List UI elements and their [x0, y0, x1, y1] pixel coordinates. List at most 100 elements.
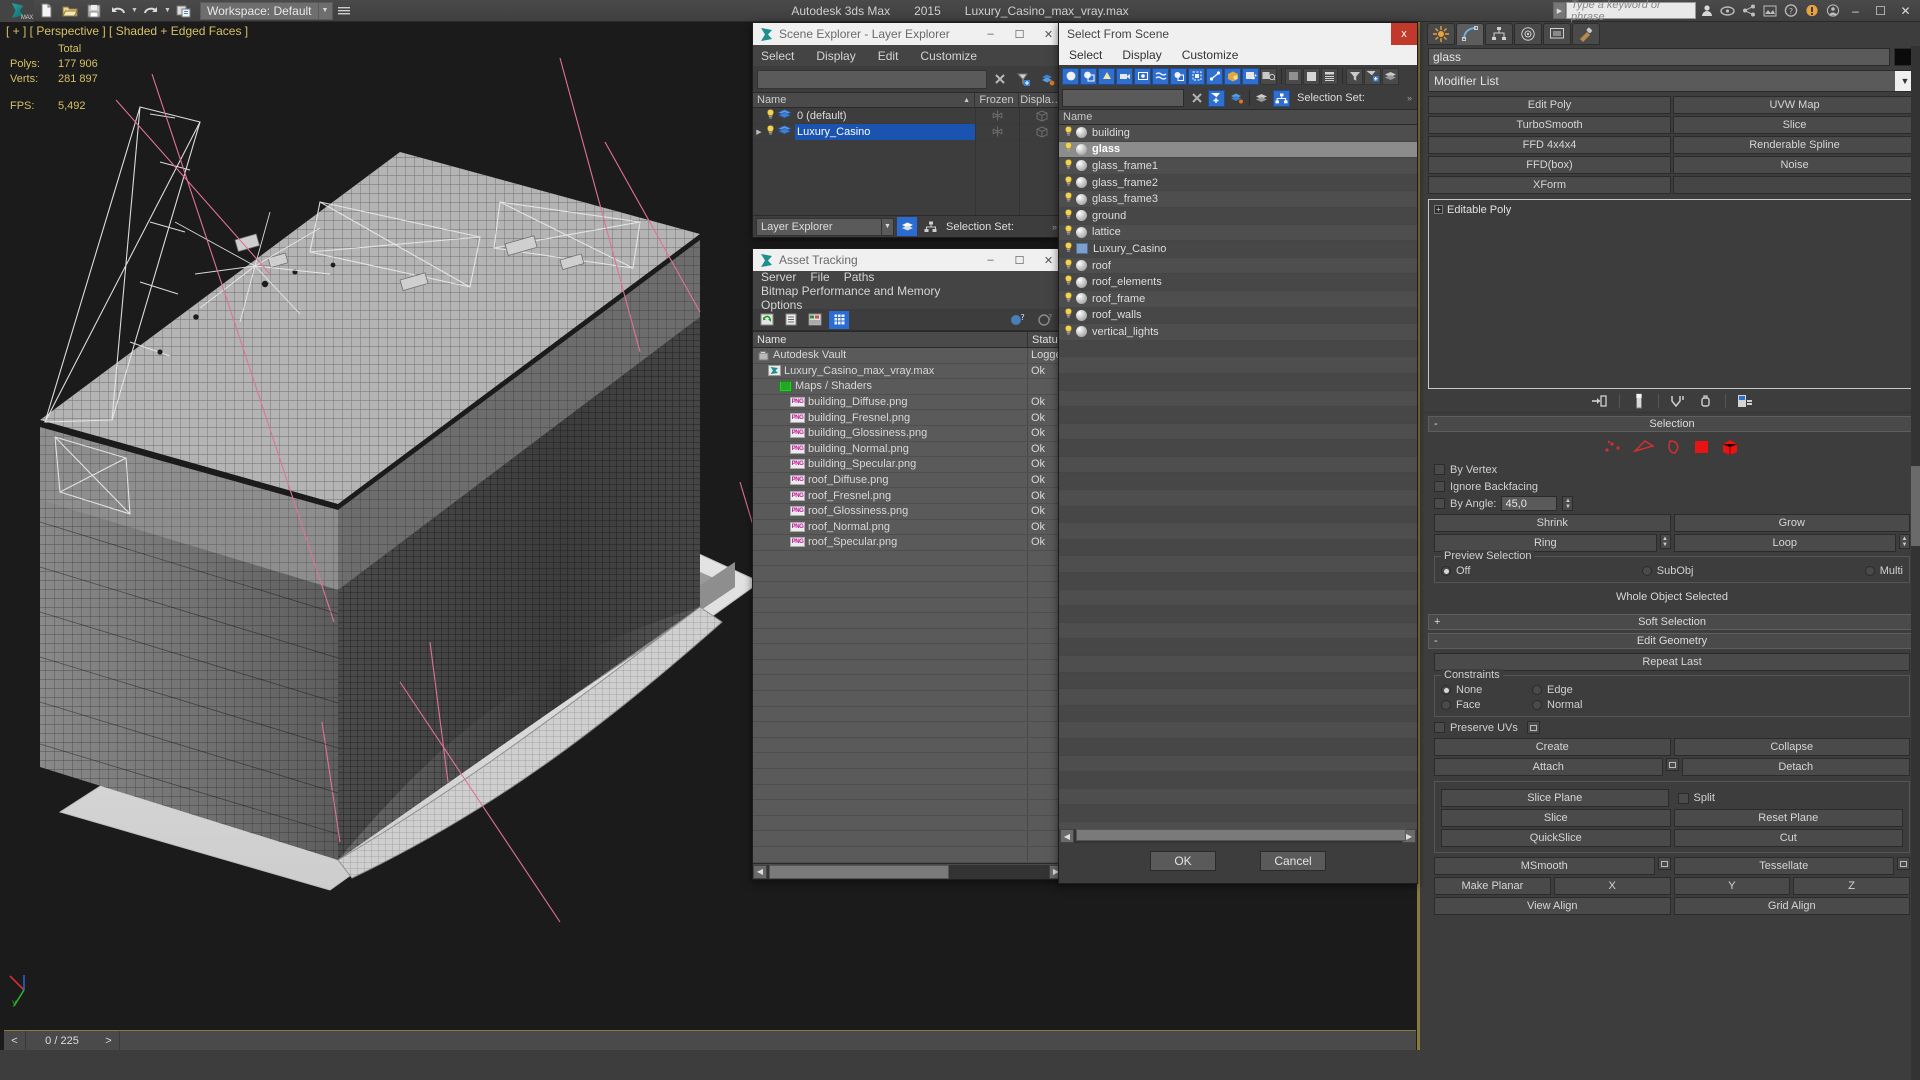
- object-name[interactable]: ground: [1092, 210, 1126, 222]
- soft-selection-expander[interactable]: +: [1434, 616, 1440, 628]
- asset-name-cell[interactable]: Maps / Shaders: [753, 380, 1027, 392]
- se-menu-select[interactable]: Select: [761, 49, 794, 63]
- sfs-object-row[interactable]: building: [1059, 125, 1417, 142]
- object-name[interactable]: roof: [1092, 260, 1111, 272]
- modifier-button-edit-poly[interactable]: Edit Poly: [1428, 96, 1671, 114]
- helpers-filter-icon[interactable]: [1134, 67, 1151, 85]
- undo-dropdown-caret[interactable]: ▼: [130, 1, 139, 21]
- make-planar-button[interactable]: Make Planar: [1434, 877, 1551, 895]
- help-assets-icon[interactable]: ?: [1007, 311, 1027, 329]
- constraint-face-radio[interactable]: [1441, 700, 1451, 710]
- autodesk-360-icon[interactable]: [1717, 1, 1738, 20]
- at-menu-server[interactable]: Server: [761, 270, 796, 284]
- modifier-button-uvw-map[interactable]: UVW Map: [1673, 96, 1916, 114]
- workspace-selector[interactable]: Workspace: Default: [200, 1, 319, 20]
- modifier-button-slice[interactable]: Slice: [1673, 116, 1916, 134]
- quickslice-button[interactable]: QuickSlice: [1441, 829, 1671, 847]
- tessellate-button[interactable]: Tessellate: [1673, 857, 1894, 875]
- object-visibility-bulb-icon[interactable]: [1063, 125, 1076, 140]
- scene-explorer-row[interactable]: ▶ Luxury_Casino: [753, 123, 1063, 140]
- ignore-backfacing-checkbox[interactable]: [1434, 481, 1445, 492]
- loop-button[interactable]: Loop: [1673, 534, 1896, 552]
- at-menu-file[interactable]: File: [810, 270, 829, 284]
- containers-filter-icon[interactable]: [1224, 67, 1241, 85]
- at-col-name[interactable]: Name: [753, 332, 1027, 347]
- object-visibility-bulb-icon[interactable]: [1063, 242, 1076, 256]
- utilities-tab[interactable]: [1572, 23, 1600, 45]
- polygon-icon[interactable]: [1693, 439, 1711, 458]
- object-visibility-bulb-icon[interactable]: [1063, 192, 1076, 206]
- selection-rollout-header[interactable]: - Selection: [1428, 416, 1916, 432]
- sfs-menu-display[interactable]: Display: [1122, 48, 1161, 62]
- asset-tracking-row[interactable]: PNG building_Diffuse.png Ok: [753, 394, 1063, 411]
- bones-filter-icon[interactable]: [1206, 67, 1223, 85]
- project-folder-icon[interactable]: [172, 1, 196, 21]
- sfs-object-row[interactable]: lattice: [1059, 224, 1417, 242]
- make-unique-icon[interactable]: [1669, 392, 1687, 410]
- object-visibility-bulb-icon[interactable]: [1063, 208, 1076, 223]
- layer-visibility-bulb-icon[interactable]: [765, 108, 778, 123]
- sfs-object-list[interactable]: building glass glass_frame1 glass_frame2 gla…: [1059, 125, 1417, 829]
- preview-off-radio[interactable]: [1441, 566, 1451, 576]
- object-visibility-bulb-icon[interactable]: [1063, 142, 1076, 156]
- element-icon[interactable]: [1721, 439, 1741, 458]
- sfs-object-row[interactable]: Luxury_Casino: [1059, 241, 1417, 258]
- sfs-add-filter-icon[interactable]: [1208, 89, 1225, 107]
- se-col-display[interactable]: Displa…: [1019, 93, 1063, 107]
- make-planar-y-button[interactable]: Y: [1673, 877, 1791, 895]
- asset-name-cell[interactable]: PNG building_Fresnel.png: [753, 412, 1027, 424]
- create-tab[interactable]: [1427, 23, 1455, 45]
- xrefs-filter-icon[interactable]: [1188, 67, 1205, 85]
- asset-name-cell[interactable]: PNG building_Diffuse.png: [753, 396, 1027, 408]
- layer-settings-icon[interactable]: [1037, 69, 1059, 89]
- constraint-normal-radio[interactable]: [1532, 700, 1542, 710]
- sfs-scroll-left-icon[interactable]: ◀: [1060, 829, 1074, 843]
- object-visibility-bulb-icon[interactable]: [1063, 258, 1076, 273]
- layer-name[interactable]: Luxury_Casino: [795, 123, 975, 140]
- object-name[interactable]: glass_frame3: [1092, 193, 1158, 205]
- collapse-button[interactable]: Collapse: [1673, 738, 1910, 756]
- modifier-button-turbosmooth[interactable]: TurboSmooth: [1428, 116, 1671, 134]
- undo-icon[interactable]: [106, 1, 130, 21]
- layer-frozen-toggle[interactable]: [975, 107, 1019, 124]
- se-col-frozen[interactable]: Frozen: [975, 93, 1019, 107]
- asset-name-cell[interactable]: Autodesk Vault: [753, 349, 1027, 361]
- help-icon[interactable]: ?: [1780, 1, 1801, 20]
- layer-display-toggle[interactable]: [1019, 107, 1063, 124]
- modifier-stack[interactable]: + Editable Poly: [1428, 199, 1916, 389]
- asset-tracking-list[interactable]: Autodesk Vault Logged Luxury_Casino_max_vr…: [753, 348, 1068, 879]
- asset-name-cell[interactable]: Luxury_Casino_max_vray.max: [753, 365, 1027, 377]
- sfs-layers-toggle-icon[interactable]: [1253, 90, 1270, 107]
- grid-align-button[interactable]: Grid Align: [1673, 897, 1910, 915]
- layer-frozen-toggle[interactable]: [975, 123, 1019, 140]
- asset-name-cell[interactable]: PNG roof_Specular.png: [753, 536, 1027, 548]
- hierarchy-tab[interactable]: [1485, 23, 1513, 45]
- shapes-filter-icon[interactable]: [1080, 67, 1097, 85]
- command-panel-scrollbar[interactable]: [1911, 46, 1920, 1080]
- modify-tab[interactable]: [1456, 23, 1484, 45]
- notifications-icon[interactable]: [1801, 1, 1822, 20]
- sfs-object-row[interactable]: roof: [1059, 257, 1417, 275]
- scene-explorer-layer-list[interactable]: 0 (default) ▶ Luxury_Casino: [753, 107, 1063, 220]
- by-angle-row[interactable]: By Angle: 45,0 ▲ ▼: [1434, 495, 1910, 512]
- select-from-scene-dialog[interactable]: Select From Scene x Select Display Custo…: [1058, 22, 1418, 884]
- redo-dropdown-caret[interactable]: ▼: [163, 1, 172, 21]
- scene-explorer-maximize[interactable]: ☐: [1005, 23, 1034, 45]
- asset-tracking-hscrollbar[interactable]: ◀ ▶: [753, 863, 1063, 879]
- explorer-mode-caret-icon[interactable]: ▼: [882, 217, 894, 236]
- object-visibility-bulb-icon[interactable]: [1063, 159, 1076, 173]
- add-filter-icon[interactable]: [1013, 69, 1035, 89]
- ring-spinner[interactable]: ▲ ▼: [1659, 534, 1671, 549]
- preserve-uvs-checkbox[interactable]: [1434, 722, 1445, 733]
- at-scroll-track[interactable]: [767, 864, 1049, 879]
- border-icon[interactable]: [1665, 439, 1683, 458]
- asset-tracking-row[interactable]: Luxury_Casino_max_vray.max Ok: [753, 363, 1063, 380]
- object-name[interactable]: Luxury_Casino: [1093, 243, 1166, 255]
- se-col-name[interactable]: Name ▲: [753, 93, 975, 107]
- sfs-overflow-icon[interactable]: »: [1407, 93, 1414, 103]
- search-input[interactable]: Type a keyword or phrase: [1566, 0, 1696, 23]
- asset-tracking-row[interactable]: Maps / Shaders: [753, 379, 1063, 395]
- redo-icon[interactable]: [139, 1, 163, 21]
- object-name[interactable]: roof_elements: [1092, 276, 1162, 288]
- se-menu-edit[interactable]: Edit: [878, 49, 899, 63]
